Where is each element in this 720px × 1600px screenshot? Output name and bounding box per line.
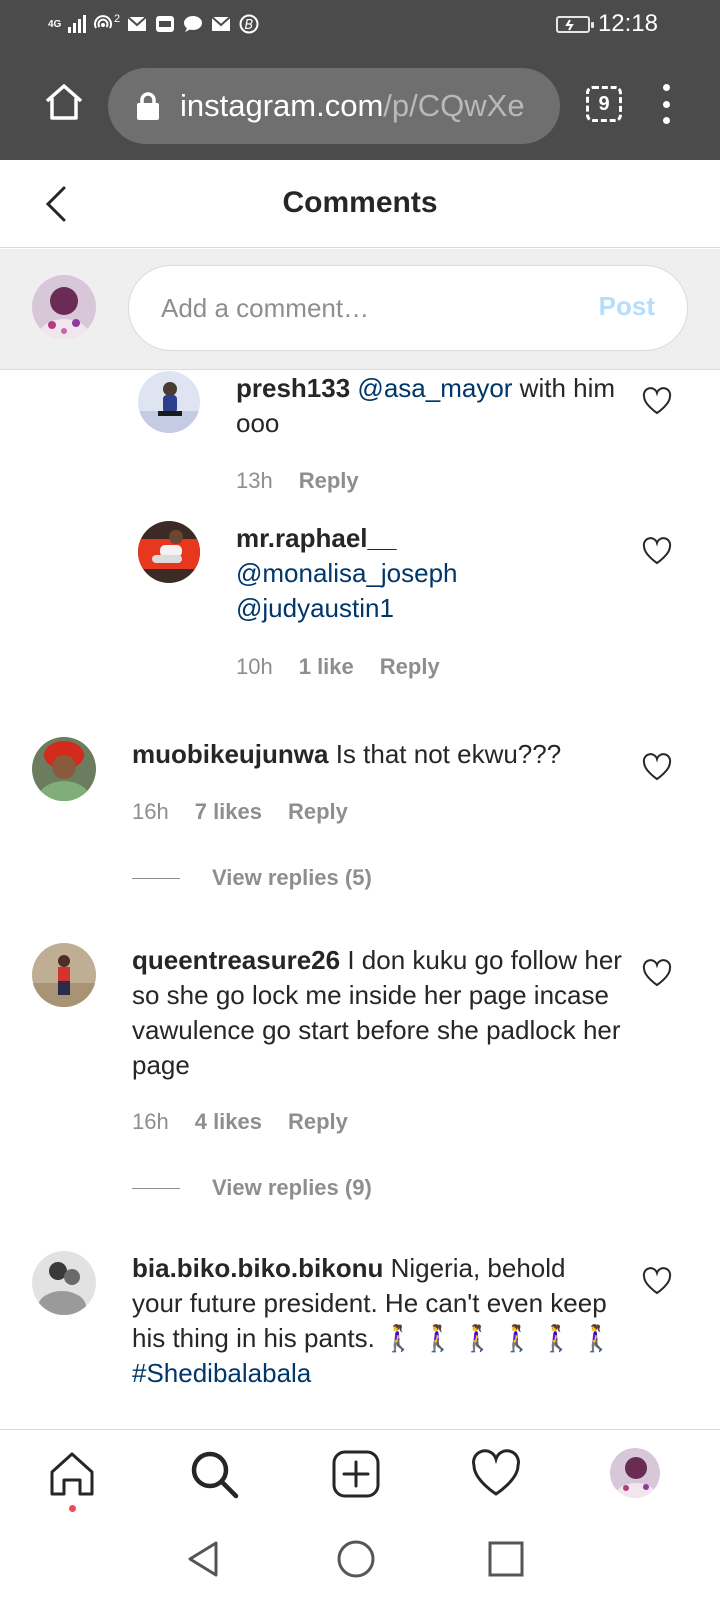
reply-button[interactable]: Reply <box>288 799 348 825</box>
comment-input[interactable] <box>161 266 561 350</box>
svg-text:B: B <box>245 18 254 33</box>
message-icon <box>182 14 204 34</box>
comments-header: Comments <box>0 160 720 248</box>
lock-icon <box>137 92 159 120</box>
comment-text: mr.raphael__ @monalisa_joseph @judyausti… <box>236 521 616 626</box>
comment-text: queentreasure26 I don kuku go follow her… <box>132 943 622 1083</box>
comment-hashtag[interactable]: #Shedibalabala <box>132 1358 311 1388</box>
home-icon[interactable] <box>46 1448 98 1512</box>
address-bar[interactable]: instagram.com/p/CQwXe <box>108 68 560 144</box>
comment-meta: 13h Reply <box>236 468 359 494</box>
view-replies-button[interactable]: View replies (9) <box>132 1175 372 1201</box>
status-icons-right: 12:18 <box>555 10 658 38</box>
like-heart-icon[interactable] <box>642 537 672 565</box>
comment-text: presh133 @asa_mayor with him ooo <box>236 371 616 441</box>
url-path: /p/CQwXe <box>383 88 525 123</box>
hotspot-count: 2 <box>114 13 121 25</box>
home-circle-icon[interactable] <box>334 1537 378 1581</box>
comment-reply: mr.raphael__ @monalisa_joseph @judyausti… <box>0 521 720 701</box>
reply-button[interactable]: Reply <box>380 654 440 680</box>
comment-username[interactable]: queentreasure26 <box>132 945 340 975</box>
like-heart-icon[interactable] <box>642 753 672 781</box>
comment: queentreasure26 I don kuku go follow her… <box>0 943 720 1223</box>
search-icon[interactable] <box>188 1448 240 1500</box>
view-replies-label[interactable]: View replies (9) <box>212 1175 372 1201</box>
comment-input-container: Post <box>128 265 688 351</box>
comment-time: 16h <box>132 1109 169 1134</box>
comment-text: muobikeujunwa Is that not ekwu??? <box>132 737 622 772</box>
comment-meta: 16h 4 likes Reply <box>132 1109 348 1135</box>
browser-home-icon[interactable] <box>42 80 86 124</box>
url-host: instagram.com <box>180 88 384 123</box>
bottom-navigation <box>0 1429 720 1519</box>
like-heart-icon[interactable] <box>642 387 672 415</box>
tab-switcher-button[interactable]: 9 <box>586 86 622 122</box>
comment-body: Is that not ekwu??? <box>335 739 562 769</box>
commenter-avatar[interactable] <box>32 737 96 801</box>
status-icons-left: 4G 2 B <box>48 12 260 36</box>
comment: muobikeujunwa Is that not ekwu??? 16h 7 … <box>0 737 720 917</box>
app-icon: B <box>238 14 260 34</box>
network-type: 4G <box>48 18 62 30</box>
system-navigation-bar <box>0 1519 720 1600</box>
browser-menu-icon[interactable] <box>652 84 680 124</box>
comment-composer: Post <box>0 249 720 370</box>
comment-meta: 10h 1 like Reply <box>236 654 440 680</box>
comment-reply: presh133 @asa_mayor with him ooo 13h Rep… <box>0 371 720 511</box>
comment-username[interactable]: bia.biko.biko.bikonu <box>132 1253 383 1283</box>
new-post-icon[interactable] <box>330 1448 382 1500</box>
comment-text: bia.biko.biko.bikonu Nigeria, behold you… <box>132 1251 622 1391</box>
signal-icon <box>68 15 86 33</box>
comment-meta: 16h 7 likes Reply <box>132 799 348 825</box>
like-count[interactable]: 4 likes <box>195 1109 262 1135</box>
comment-mention[interactable]: @monalisa_joseph <box>236 558 458 588</box>
comments-list: presh133 @asa_mayor with him ooo 13h Rep… <box>0 371 720 1429</box>
view-replies-button[interactable]: View replies (5) <box>132 865 372 891</box>
commenter-avatar[interactable] <box>32 943 96 1007</box>
comment-time: 13h <box>236 468 273 493</box>
commenter-avatar[interactable] <box>32 1251 96 1315</box>
mail-icon <box>210 14 232 34</box>
reply-button[interactable]: Reply <box>299 468 359 494</box>
commenter-avatar[interactable] <box>138 521 200 583</box>
mail-icon <box>126 14 148 34</box>
hotspot-icon <box>92 14 114 34</box>
recents-square-icon[interactable] <box>484 1537 528 1581</box>
battery-icon <box>555 15 594 33</box>
url-text: instagram.com/p/CQwXe <box>180 88 525 124</box>
notification-dot <box>69 1505 76 1512</box>
comment-emoji: 🚶‍♀️ 🚶‍♀️ 🚶‍♀️ 🚶‍♀️ 🚶‍♀️ 🚶‍♀️ <box>382 1323 613 1353</box>
page-title: Comments <box>282 186 438 219</box>
post-button[interactable]: Post <box>599 291 655 322</box>
comment-time: 16h <box>132 799 169 824</box>
comment-time: 10h <box>236 654 273 679</box>
back-triangle-icon[interactable] <box>182 1537 226 1581</box>
like-count[interactable]: 7 likes <box>195 799 262 825</box>
current-user-avatar <box>32 275 96 339</box>
divider-line <box>132 877 180 879</box>
divider-line <box>132 1187 180 1189</box>
comment-username[interactable]: muobikeujunwa <box>132 739 328 769</box>
status-bar: 4G 2 B 12:18 <box>0 0 720 48</box>
like-heart-icon[interactable] <box>642 1267 672 1295</box>
comment-mention[interactable]: @asa_mayor <box>357 373 512 403</box>
view-replies-label[interactable]: View replies (5) <box>212 865 372 891</box>
comment-mention[interactable]: @judyaustin1 <box>236 593 394 623</box>
like-count[interactable]: 1 like <box>299 654 354 680</box>
gallery-icon <box>154 14 176 34</box>
like-heart-icon[interactable] <box>642 959 672 987</box>
clock: 12:18 <box>597 10 658 37</box>
comment-username[interactable]: mr.raphael__ <box>236 523 396 553</box>
reply-button[interactable]: Reply <box>288 1109 348 1135</box>
commenter-avatar[interactable] <box>138 371 200 433</box>
comment-username[interactable]: presh133 <box>236 373 350 403</box>
browser-toolbar: instagram.com/p/CQwXe 9 <box>0 48 720 160</box>
profile-avatar[interactable] <box>610 1448 660 1498</box>
activity-heart-icon[interactable] <box>470 1448 522 1500</box>
comment: bia.biko.biko.bikonu Nigeria, behold you… <box>0 1251 720 1429</box>
